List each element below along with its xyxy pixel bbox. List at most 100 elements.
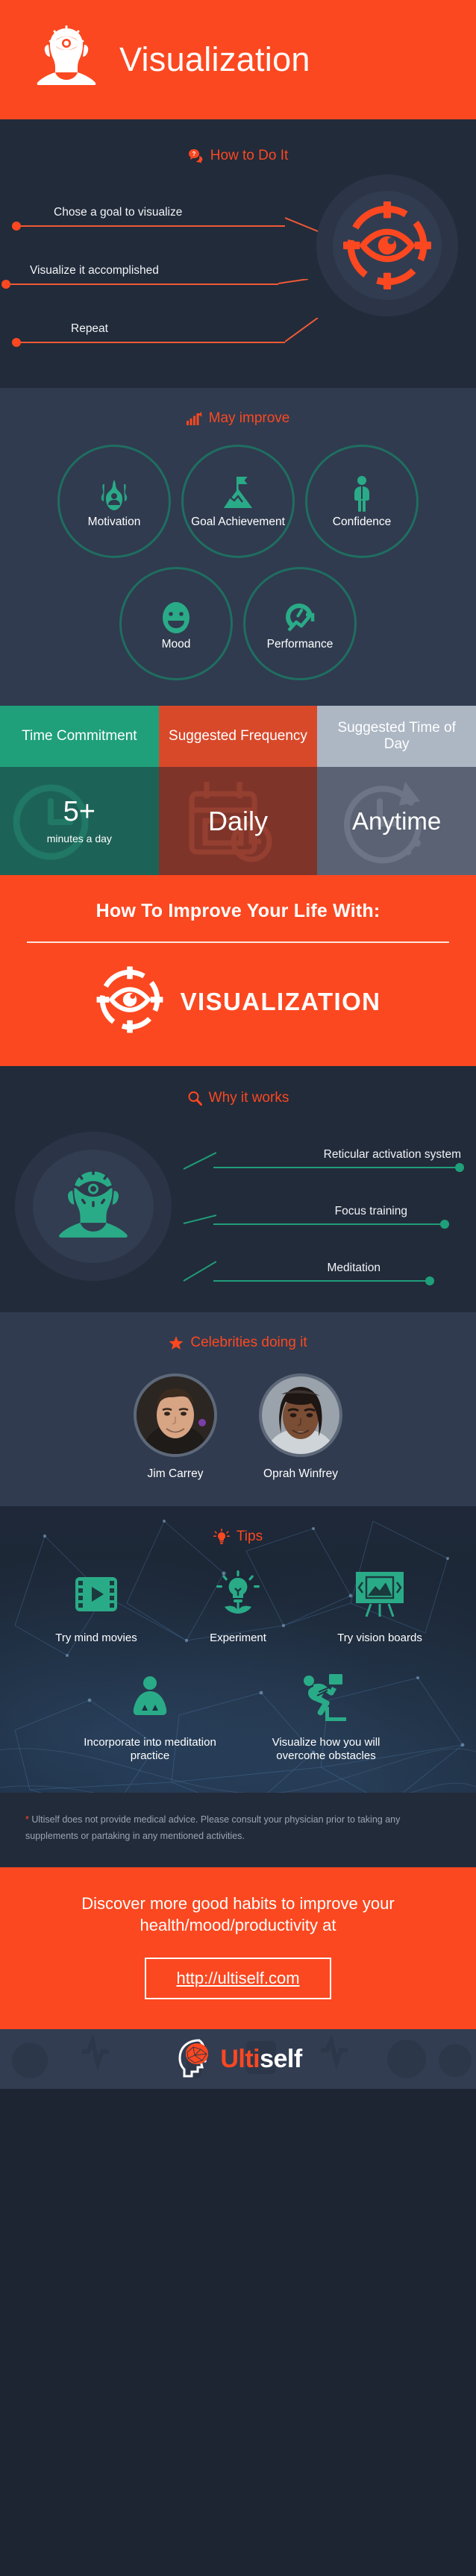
svg-text:?: ? (192, 151, 195, 157)
promo-section: How To Improve Your Life With: VISUALIZA… (0, 875, 476, 1066)
tip-item: Try vision boards (320, 1566, 439, 1645)
why-item: Focus training (163, 1179, 476, 1236)
may-improve-heading-label: May improve (208, 410, 290, 426)
how-to-step: Chose a goal to visualize (0, 181, 321, 239)
meditating-person-icon (125, 1670, 175, 1727)
tip-item: Experiment (178, 1566, 298, 1645)
celebrities-section: Celebrities doing it Jim Carrey Oprah Wi… (0, 1312, 476, 1506)
ultiself-brand-first: Ulti (220, 2044, 260, 2073)
how-to-step: Visualize it accomplished (0, 239, 321, 297)
head-with-third-eye-icon (34, 24, 98, 96)
step-connector-line (16, 225, 285, 227)
flame-icon (98, 474, 131, 513)
improve-item-confidence: Confidence (305, 445, 419, 558)
cta-text: Discover more good habits to improve you… (81, 1893, 395, 1935)
ultiself-logo: Ultiself (174, 2037, 302, 2081)
promo-logo-text: VISUALIZATION (180, 987, 381, 1015)
oprah-winfrey-portrait (259, 1373, 342, 1457)
why-elbow (183, 1261, 216, 1282)
why-it-works-heading: Why it works (0, 1090, 476, 1106)
step-connector-line (16, 342, 285, 343)
table-subvalue: minutes a day (46, 833, 112, 844)
why-item-label: Reticular activation system (323, 1148, 461, 1161)
improve-item-label: Confidence (332, 515, 392, 529)
why-connector-line (213, 1223, 445, 1225)
bar-chart-up-icon (186, 411, 202, 426)
celebrity-name: Jim Carrey (147, 1467, 204, 1480)
step-elbow (278, 279, 309, 284)
brain-head-icon (174, 2037, 213, 2081)
star-icon (169, 1335, 184, 1350)
standing-person-icon (349, 474, 375, 513)
why-it-works-section: Why it works Reticular activation system… (0, 1066, 476, 1312)
magnifier-icon (187, 1091, 202, 1106)
how-to-step-label: Chose a goal to visualize (54, 206, 183, 219)
improve-item-label: Performance (266, 638, 333, 651)
promo-logo: VISUALIZATION (0, 965, 476, 1038)
speedometer-icon (281, 596, 319, 635)
mountain-flag-icon (218, 474, 258, 513)
table-value: 5+ (63, 796, 95, 827)
table-value: Anytime (352, 807, 442, 835)
how-to-steps: Chose a goal to visualize Visualize it a… (0, 181, 321, 355)
promo-divider (27, 941, 449, 943)
step-connector-line (6, 283, 278, 285)
tip-label: Incorporate into meditation practice (84, 1736, 216, 1762)
why-elbow (183, 1152, 216, 1170)
may-improve-heading: May improve (0, 410, 476, 427)
table-cell-suggested-time-of-day: Anytime (317, 767, 476, 875)
celebrities-heading-label: Celebrities doing it (190, 1335, 307, 1350)
why-item: Meditation (163, 1236, 476, 1293)
question-speech-bubble-icon: ? (188, 148, 204, 163)
disclaimer-section: * Ultiself does not provide medical advi… (0, 1793, 476, 1867)
picture-board-icon (353, 1566, 407, 1623)
improve-item-motivation: Motivation (57, 445, 171, 558)
tip-item: Visualize how you will overcome obstacle… (251, 1670, 401, 1763)
why-elbow (183, 1215, 216, 1224)
why-it-works-diagram: Reticular activation system Focus traini… (0, 1123, 476, 1294)
how-to-heading: ? How to Do It (0, 148, 476, 164)
tip-label: Try vision boards (337, 1632, 422, 1644)
page-footer: Ultiself (0, 2029, 476, 2090)
how-to-do-it-section: ? How to Do It Chose a goal to visualize… (0, 119, 476, 388)
tip-item: Incorporate into meditation practice (75, 1670, 225, 1763)
table-header-time-commitment: Time Commitment (0, 706, 159, 767)
table-header-suggested-time-of-day: Suggested Time of Day (317, 706, 476, 767)
celebrities-heading: Celebrities doing it (0, 1335, 476, 1351)
film-play-icon (72, 1566, 120, 1623)
improve-item-label: Motivation (87, 515, 141, 529)
why-it-works-heading-label: Why it works (208, 1090, 289, 1106)
celebrity-item: Oprah Winfrey (259, 1373, 342, 1481)
table-header-suggested-frequency: Suggested Frequency (158, 706, 318, 767)
improve-item-label: Mood (161, 638, 191, 651)
cta-section: Discover more good habits to improve you… (0, 1867, 476, 2030)
eye-target-icon (316, 175, 458, 316)
page-header: Visualization (0, 0, 476, 119)
smiley-face-icon (160, 596, 192, 635)
cta-website-button[interactable]: http://ultiself.com (145, 1958, 331, 2000)
tip-label: Experiment (210, 1632, 266, 1644)
why-item: Reticular activation system (163, 1123, 476, 1179)
may-improve-row-1: Motivation Goal Achievement Confidence (0, 445, 476, 558)
page-title: Visualization (119, 40, 310, 78)
celebrity-name: Oprah Winfrey (263, 1467, 338, 1480)
tips-section: Tips Try mind movies Experiment Try visi… (0, 1506, 476, 1793)
table-cell-time-commitment: 5+ minutes a day (0, 767, 159, 875)
how-to-heading-label: How to Do It (210, 148, 289, 163)
ultiself-brand-second: self (260, 2044, 302, 2073)
celebrities-list: Jim Carrey Oprah Winfrey (0, 1373, 476, 1481)
jim-carrey-portrait (134, 1373, 217, 1457)
improve-item-performance: Performance (243, 567, 357, 680)
table-cell-suggested-frequency: Daily (158, 767, 318, 875)
may-improve-section: May improve Motivation Goal Achievement … (0, 388, 476, 706)
summary-table: Time Commitment Suggested Frequency Sugg… (0, 706, 476, 875)
tip-label: Try mind movies (55, 1632, 137, 1644)
tip-item: Try mind movies (37, 1566, 156, 1645)
improve-item-mood: Mood (119, 567, 233, 680)
why-item-label: Focus training (334, 1205, 407, 1218)
step-dot (12, 338, 21, 347)
head-with-third-eye-icon (15, 1132, 172, 1281)
why-dot (455, 1163, 464, 1172)
how-to-step-label: Repeat (71, 322, 108, 335)
eye-target-icon (95, 965, 164, 1038)
